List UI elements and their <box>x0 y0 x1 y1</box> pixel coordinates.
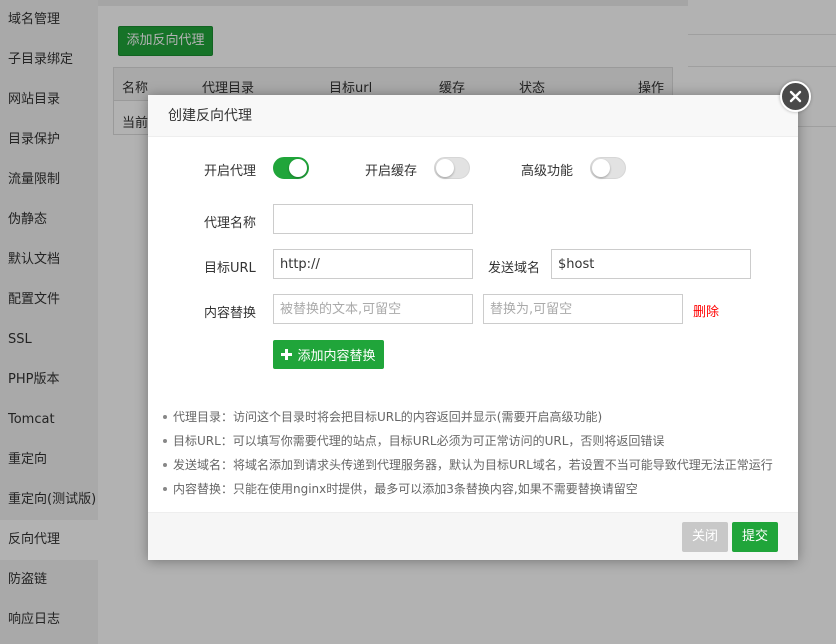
list-item: 内容替换：只能在使用nginx时提供，最多可以添加3条替换内容,如果不需要替换请… <box>163 477 788 501</box>
dialog-title: 创建反向代理 <box>148 95 798 137</box>
close-dialog-button[interactable] <box>780 81 811 112</box>
plus-icon <box>281 349 293 360</box>
list-item: 目标URL：可以填写你需要代理的站点，目标URL必须为可正常访问的URL，否则将… <box>163 429 788 453</box>
close-button[interactable]: 关闭 <box>682 522 728 552</box>
send-domain-input[interactable] <box>551 249 751 279</box>
note-text: 内容替换：只能在使用nginx时提供，最多可以添加3条替换内容,如果不需要替换请… <box>173 482 638 496</box>
target-url-label: 目标URL <box>204 261 256 276</box>
dialog-footer: 关闭 提交 <box>148 512 798 560</box>
delete-replace-link[interactable]: 删除 <box>693 301 719 320</box>
add-content-replace-button[interactable]: 添加内容替换 <box>273 340 384 369</box>
toggle-knob <box>592 159 610 177</box>
replace-to-input[interactable] <box>483 294 683 324</box>
bullet-icon <box>163 439 167 443</box>
replace-from-input[interactable] <box>273 294 473 324</box>
submit-button[interactable]: 提交 <box>732 522 778 552</box>
close-icon <box>789 90 802 103</box>
content-replace-label: 内容替换 <box>204 306 257 321</box>
enable-proxy-toggle[interactable] <box>273 157 309 179</box>
note-text: 目标URL：可以填写你需要代理的站点，目标URL必须为可正常访问的URL，否则将… <box>173 434 665 448</box>
enable-cache-toggle[interactable] <box>434 157 470 179</box>
send-domain-label: 发送域名 <box>488 261 541 276</box>
advanced-label: 高级功能 <box>521 164 574 179</box>
note-text: 发送域名：将域名添加到请求头传递到代理服务器，默认为目标URL域名，若设置不当可… <box>173 458 773 472</box>
list-item: 代理目录：访问这个目录时将会把目标URL的内容返回并显示(需要开启高级功能) <box>163 405 788 429</box>
toggle-knob <box>436 159 454 177</box>
create-reverse-proxy-dialog: 创建反向代理 开启代理 开启缓存 高级功能 代理名称 目标URL 发送域名 内容… <box>148 95 798 560</box>
bullet-icon <box>163 415 167 419</box>
help-notes: 代理目录：访问这个目录时将会把目标URL的内容返回并显示(需要开启高级功能) 目… <box>163 405 788 501</box>
proxy-name-input[interactable] <box>273 204 473 234</box>
target-url-input[interactable] <box>273 249 473 279</box>
enable-proxy-label: 开启代理 <box>204 164 257 179</box>
bullet-icon <box>163 463 167 467</box>
advanced-toggle[interactable] <box>590 157 626 179</box>
bullet-icon <box>163 487 167 491</box>
enable-cache-label: 开启缓存 <box>365 164 418 179</box>
list-item: 发送域名：将域名添加到请求头传递到代理服务器，默认为目标URL域名，若设置不当可… <box>163 453 788 477</box>
toggle-knob <box>289 159 307 177</box>
note-text: 代理目录：访问这个目录时将会把目标URL的内容返回并显示(需要开启高级功能) <box>173 410 603 424</box>
add-content-replace-label: 添加内容替换 <box>297 349 376 364</box>
proxy-name-label: 代理名称 <box>204 216 257 231</box>
